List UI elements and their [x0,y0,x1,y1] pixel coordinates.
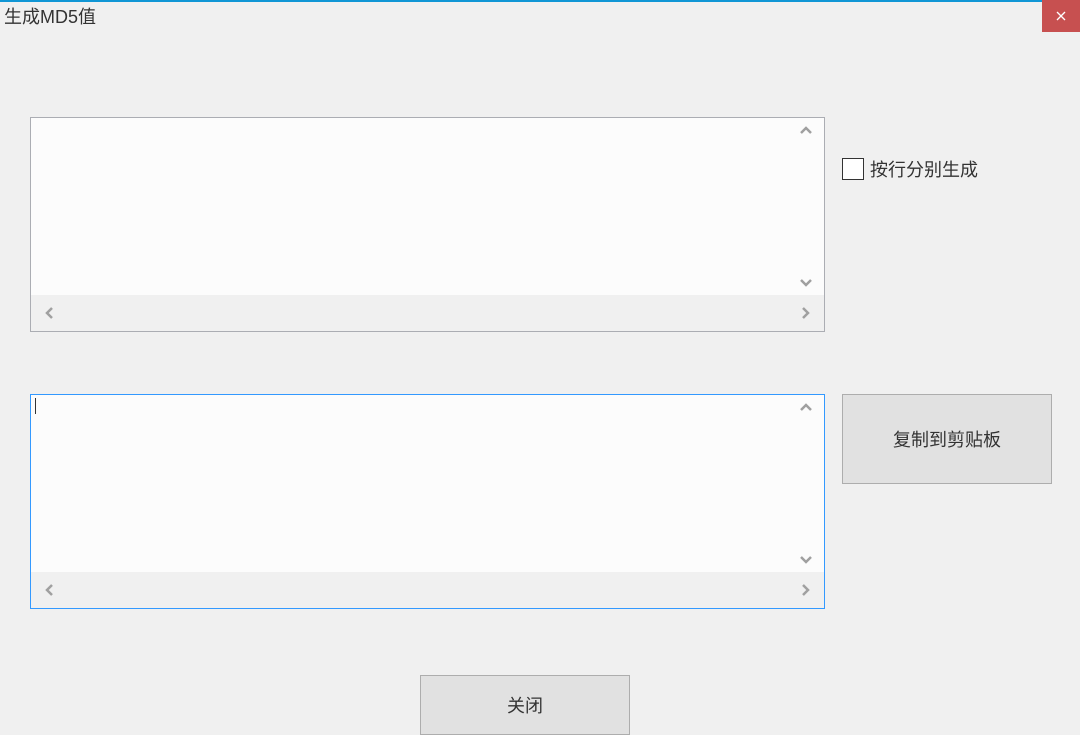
titlebar: 生成MD5值 [0,2,1080,32]
scroll-left-button[interactable] [37,577,63,603]
input-textarea-container [30,117,825,332]
scroll-up-button[interactable] [793,118,819,144]
close-icon [1056,11,1066,21]
copy-button-label: 复制到剪贴板 [893,426,1001,452]
input-vertical-scrollbar[interactable] [788,118,824,295]
output-textarea[interactable] [31,395,788,572]
window-title: 生成MD5值 [4,2,96,32]
per-line-checkbox[interactable] [842,158,864,180]
content-area: 按行分别生成 复制到剪 [0,32,1080,715]
close-button-label: 关闭 [507,692,543,718]
chevron-down-icon [798,551,814,567]
chevron-right-icon [797,582,813,598]
output-horizontal-scrollbar[interactable] [31,572,824,608]
output-vertical-scrollbar[interactable] [788,395,824,572]
chevron-up-icon [798,400,814,416]
copy-to-clipboard-button[interactable]: 复制到剪贴板 [842,394,1052,484]
scroll-down-button[interactable] [793,269,819,295]
window: 生成MD5值 [0,0,1080,717]
scroll-down-button[interactable] [793,546,819,572]
output-textarea-container [30,394,825,609]
per-line-checkbox-row: 按行分别生成 [842,156,978,182]
chevron-up-icon [798,123,814,139]
text-cursor [35,398,36,414]
scroll-up-button[interactable] [793,395,819,421]
chevron-left-icon [42,305,58,321]
scroll-right-button[interactable] [792,577,818,603]
scroll-right-button[interactable] [792,300,818,326]
per-line-checkbox-label: 按行分别生成 [870,156,978,182]
input-horizontal-scrollbar[interactable] [31,295,824,331]
chevron-down-icon [798,274,814,290]
close-dialog-button[interactable]: 关闭 [420,675,630,735]
window-close-button[interactable] [1042,0,1080,32]
input-textarea[interactable] [31,118,788,295]
scroll-left-button[interactable] [37,300,63,326]
chevron-right-icon [797,305,813,321]
chevron-left-icon [42,582,58,598]
